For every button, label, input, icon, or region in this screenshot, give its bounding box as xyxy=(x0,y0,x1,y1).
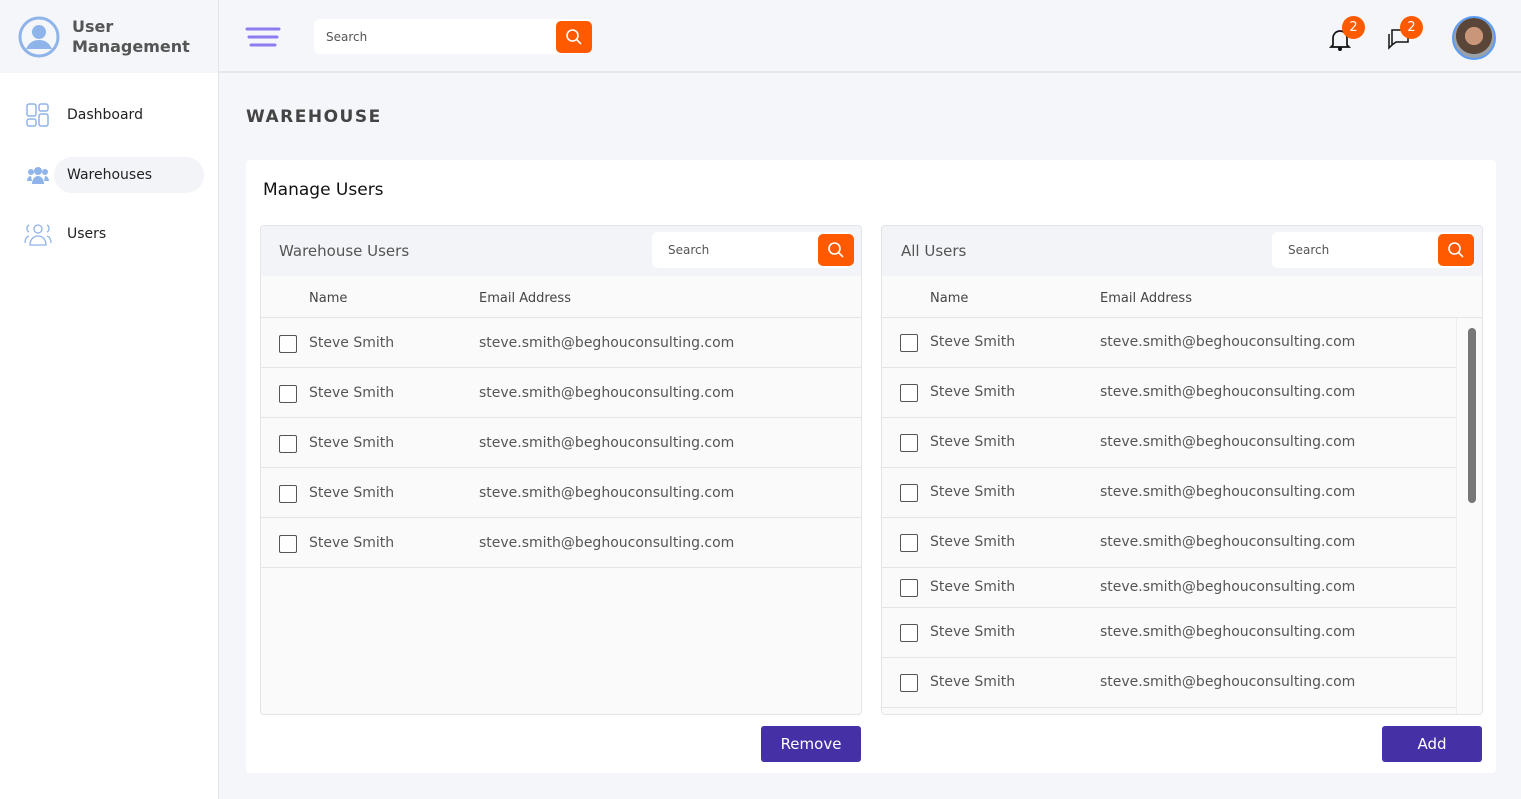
user-name: Steve Smith xyxy=(930,484,1016,500)
warehouse-users-panel: Warehouse Users Name Email Address Steve … xyxy=(260,225,862,715)
user-email: steve.smith@beghouconsulting.com xyxy=(1100,624,1356,640)
row-checkbox[interactable] xyxy=(279,435,297,453)
user-name: Steve Smith xyxy=(930,534,1016,550)
warehouse-users-search xyxy=(652,232,854,268)
sidebar-label: Users xyxy=(67,226,107,242)
user-name: Steve Smith xyxy=(309,435,395,451)
all-users-search xyxy=(1272,232,1474,268)
sidebar-item-warehouses[interactable]: Warehouses xyxy=(0,157,219,193)
row-checkbox[interactable] xyxy=(900,484,918,502)
user-email: steve.smith@beghouconsulting.com xyxy=(1100,484,1356,500)
sidebar: User Management Dashboard Warehouses User… xyxy=(0,0,219,799)
user-name: Steve Smith xyxy=(930,434,1016,450)
row-checkbox[interactable] xyxy=(900,434,918,452)
brand: User Management xyxy=(0,0,218,73)
user-email: steve.smith@beghouconsulting.com xyxy=(1100,534,1356,550)
group-icon xyxy=(27,167,49,184)
all-users-panel: All Users Name Email Address Steve Smith s… xyxy=(881,225,1483,715)
global-search-input[interactable] xyxy=(314,29,592,44)
notification-badge: 2 xyxy=(1342,16,1365,39)
dashboard-icon xyxy=(26,103,49,127)
column-header-name[interactable]: Name xyxy=(930,291,968,306)
table-row[interactable]: Steve Smith steve.smith@beghouconsulting.… xyxy=(261,418,861,468)
sidebar-label: Warehouses xyxy=(67,167,153,183)
user-email: steve.smith@beghouconsulting.com xyxy=(1100,579,1356,595)
row-checkbox[interactable] xyxy=(900,674,918,692)
users-icon xyxy=(24,224,52,246)
user-email: steve.smith@beghouconsulting.com xyxy=(479,535,735,551)
table-row[interactable]: Steve Smith steve.smith@beghouconsulting.… xyxy=(882,468,1456,518)
user-name: Steve Smith xyxy=(309,485,395,501)
row-checkbox[interactable] xyxy=(279,535,297,553)
user-email: steve.smith@beghouconsulting.com xyxy=(479,435,735,451)
remove-button[interactable]: Remove xyxy=(761,726,861,762)
user-name: Steve Smith xyxy=(930,579,1016,595)
search-icon xyxy=(1448,242,1464,258)
table-row[interactable]: Steve Smith steve.smith@beghouconsulting.… xyxy=(261,318,861,368)
row-checkbox[interactable] xyxy=(279,485,297,503)
user-email: steve.smith@beghouconsulting.com xyxy=(1100,674,1356,690)
row-checkbox[interactable] xyxy=(279,385,297,403)
table-row[interactable]: Steve Smith steve.smith@beghouconsulting.… xyxy=(882,418,1456,468)
sidebar-item-dashboard[interactable]: Dashboard xyxy=(0,97,219,133)
app-title-1: User xyxy=(72,16,114,36)
panel-title: All Users xyxy=(901,242,967,260)
user-email: steve.smith@beghouconsulting.com xyxy=(1100,384,1356,400)
user-email: steve.smith@beghouconsulting.com xyxy=(479,335,735,351)
user-email: steve.smith@beghouconsulting.com xyxy=(479,485,735,501)
search-icon xyxy=(828,242,844,258)
column-header-email[interactable]: Email Address xyxy=(1100,291,1192,306)
table-row[interactable]: Steve Smith steve.smith@beghouconsulting.… xyxy=(261,518,861,568)
warehouse-users-search-button[interactable] xyxy=(818,234,854,266)
table-row[interactable]: Steve Smith steve.smith@beghouconsulting.… xyxy=(882,318,1456,368)
hamburger-menu-icon[interactable] xyxy=(245,26,281,48)
add-button[interactable]: Add xyxy=(1382,726,1482,762)
table-row[interactable]: Steve Smith steve.smith@beghouconsulting.… xyxy=(882,608,1456,658)
scrollbar-thumb[interactable] xyxy=(1468,328,1476,503)
row-checkbox[interactable] xyxy=(900,534,918,552)
user-name: Steve Smith xyxy=(930,624,1016,640)
search-icon xyxy=(566,29,582,45)
user-name: Steve Smith xyxy=(309,385,395,401)
page-title: WAREHOUSE xyxy=(246,107,382,127)
table-row[interactable]: Steve Smith steve.smith@beghouconsulting.… xyxy=(261,368,861,418)
message-badge: 2 xyxy=(1400,16,1423,39)
user-name: Steve Smith xyxy=(309,535,395,551)
user-email: steve.smith@beghouconsulting.com xyxy=(479,385,735,401)
sidebar-item-users[interactable]: Users xyxy=(0,216,219,252)
user-name: Steve Smith xyxy=(930,384,1016,400)
user-name: Steve Smith xyxy=(930,334,1016,350)
user-name: Steve Smith xyxy=(309,335,395,351)
global-search xyxy=(314,19,592,54)
column-header-name[interactable]: Name xyxy=(309,291,347,306)
manage-users-card: Manage Users Warehouse Users Name Email A… xyxy=(246,160,1496,773)
column-header-email[interactable]: Email Address xyxy=(479,291,571,306)
row-checkbox[interactable] xyxy=(900,384,918,402)
table-row[interactable]: Steve Smith steve.smith@beghouconsulting.… xyxy=(261,468,861,518)
app-title-2: Management xyxy=(72,36,190,56)
user-name: Steve Smith xyxy=(930,674,1016,690)
table-row[interactable]: Steve Smith steve.smith@beghouconsulting.… xyxy=(882,518,1456,568)
global-search-button[interactable] xyxy=(556,21,592,53)
card-title: Manage Users xyxy=(263,180,384,200)
sidebar-label: Dashboard xyxy=(67,107,143,123)
table-row[interactable]: Steve Smith steve.smith@beghouconsulting.… xyxy=(882,568,1456,608)
user-email: steve.smith@beghouconsulting.com xyxy=(1100,434,1356,450)
row-checkbox[interactable] xyxy=(279,335,297,353)
user-email: steve.smith@beghouconsulting.com xyxy=(1100,334,1356,350)
panel-title: Warehouse Users xyxy=(279,242,410,260)
row-checkbox[interactable] xyxy=(900,624,918,642)
topbar: 2 2 xyxy=(219,0,1521,73)
all-users-search-button[interactable] xyxy=(1438,234,1474,266)
avatar[interactable] xyxy=(1452,16,1496,60)
user-circle-icon xyxy=(18,16,60,57)
row-checkbox[interactable] xyxy=(900,579,918,597)
table-row[interactable]: Steve Smith steve.smith@beghouconsulting.… xyxy=(882,368,1456,418)
row-checkbox[interactable] xyxy=(900,334,918,352)
table-row[interactable]: Steve Smith steve.smith@beghouconsulting.… xyxy=(882,658,1456,708)
scrollbar[interactable] xyxy=(1456,318,1482,714)
